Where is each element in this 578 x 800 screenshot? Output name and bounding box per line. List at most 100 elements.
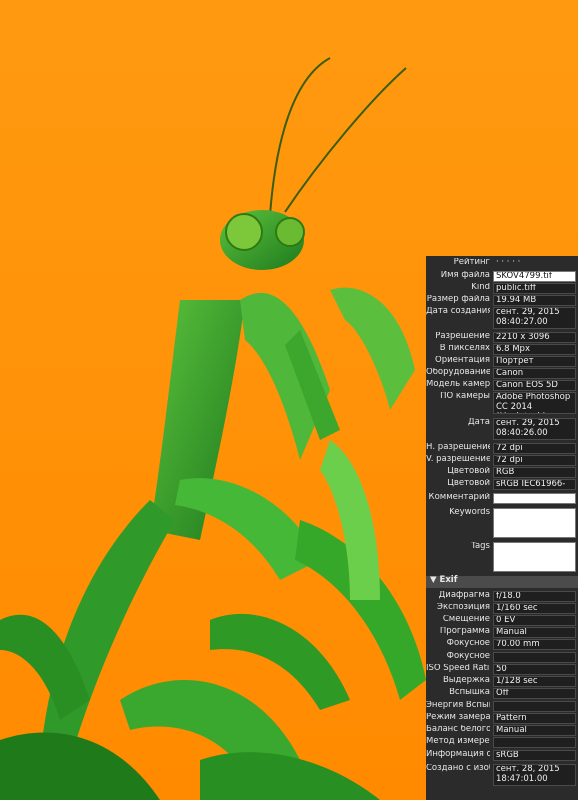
exif-field-value[interactable]: 70.00 mm: [493, 639, 576, 650]
metadata-field-row: Дата создания сент. 29, 2015 08:40:27.00: [426, 307, 578, 329]
exif-field-label: Программа: [439, 627, 490, 636]
metadata-field-row: Имя файла SKOV4799.tif: [426, 271, 578, 282]
metadata-field-row: ЦветовойsRGB IEC61966-2.1: [426, 479, 578, 490]
metadata-field-value[interactable]: Портрет: [493, 356, 576, 367]
metadata-field-row: В пикселях 6.8 Mpx: [426, 344, 578, 355]
exif-field-label: Информация о: [426, 750, 490, 759]
exif-field-label: Энергия Вспышки: [426, 701, 490, 710]
metadata-field-value[interactable]: sRGB IEC61966-2.1: [493, 479, 576, 490]
exif-field-row: Диафрагма f/18.0: [426, 591, 578, 602]
metadata-field-label: Разрешение: [435, 332, 490, 341]
metadata-field-value[interactable]: [493, 542, 576, 572]
exif-field-value[interactable]: f/18.0: [493, 591, 576, 602]
metadata-field-label: ПО камеры: [440, 392, 490, 401]
exif-field-value[interactable]: 0 EV: [493, 615, 576, 626]
exif-field-row: Метод измерения: [426, 737, 578, 748]
exif-field-row: Информация о sRGB: [426, 750, 578, 761]
exif-field-label: Режим замера: [426, 713, 490, 722]
exif-field-value[interactable]: Pattern: [493, 713, 576, 724]
exif-field-row: Энергия Вспышки: [426, 701, 578, 712]
metadata-field-value[interactable]: [493, 493, 576, 504]
exif-field-label: Вспышка: [449, 688, 490, 697]
metadata-field-row: Дата сент. 29, 2015 08:40:26.00: [426, 418, 578, 440]
rating-stars[interactable]: · · · · ·: [496, 257, 520, 268]
exif-field-row: Режим замера Pattern: [426, 713, 578, 724]
disclosure-triangle-icon: ▼: [430, 575, 437, 585]
metadata-field-label: Tags: [471, 542, 490, 551]
exif-field-label: Баланс белого: [426, 725, 490, 734]
exif-field-row: Фокусное 70.00 mm: [426, 639, 578, 650]
exif-field-label: ISO Speed Rating: [426, 664, 490, 673]
exif-field-row: ISO Speed Rating50: [426, 664, 578, 675]
exif-field-label: Смещение: [442, 615, 490, 624]
metadata-field-label: Kind: [471, 283, 490, 292]
exif-field-row: Смещение 0 EV: [426, 615, 578, 626]
exif-field-row: Выдержка 1/128 sec: [426, 676, 578, 687]
exif-field-label: Создано с изображения: [426, 764, 490, 773]
metadata-field-value[interactable]: Adobe Photoshop CC 2014 (Macintosh): [493, 392, 576, 414]
exif-field-label: Диафрагма: [438, 591, 490, 600]
metadata-field-value[interactable]: [493, 508, 576, 538]
exif-field-row: Экспозиция 1/160 sec: [426, 603, 578, 614]
metadata-field-value[interactable]: Canon: [493, 368, 576, 379]
metadata-field-row: Цветовой RGB: [426, 467, 578, 478]
metadata-field-value[interactable]: SKOV4799.tif: [493, 271, 576, 282]
metadata-field-label: Размер файла: [426, 295, 490, 304]
metadata-field-label: Цветовой: [447, 467, 490, 476]
metadata-field-label: Keywords: [449, 508, 490, 517]
exif-field-value[interactable]: sRGB: [493, 750, 576, 761]
exif-field-label: Выдержка: [442, 676, 490, 685]
exif-section-header[interactable]: ▼ Exif: [426, 575, 578, 588]
exif-field-value[interactable]: [493, 701, 576, 712]
exif-field-value[interactable]: Manual: [493, 725, 576, 736]
metadata-field-row: Разрешение2210 x 3096 pixels: [426, 332, 578, 343]
exif-field-value[interactable]: [493, 737, 576, 748]
metadata-field-label: V. разрешение: [426, 455, 490, 464]
exif-field-row: Баланс белого Manual: [426, 725, 578, 736]
metadata-field-row: Ориентация Портрет: [426, 356, 578, 367]
metadata-field-value[interactable]: Canon EOS 5D Mark: [493, 380, 576, 391]
metadata-field-label: Дата: [467, 418, 490, 427]
metadata-field-row: Модель камерыCanon EOS 5D Mark: [426, 380, 578, 391]
metadata-field-label: В пикселях: [439, 344, 490, 353]
exif-field-label: Фокусное: [446, 652, 490, 661]
metadata-field-value[interactable]: сент. 29, 2015 08:40:26.00: [493, 418, 576, 440]
metadata-field-row: Оборудование Canon: [426, 368, 578, 379]
metadata-field-label: Цветовой: [447, 479, 490, 488]
exif-field-value[interactable]: 50: [493, 664, 576, 675]
metadata-field-label: Комментарий: [428, 493, 490, 502]
metadata-panel: Рейтинг · · · · · Имя файла SKOV4799.tif K…: [426, 256, 578, 800]
metadata-field-value[interactable]: 19.94 MB: [493, 295, 576, 306]
exif-field-value[interactable]: 1/128 sec: [493, 676, 576, 687]
exif-field-row: Программа Manual: [426, 627, 578, 638]
exif-field-label: Экспозиция: [437, 603, 490, 612]
metadata-field-row: Н. разрешение 72 dpi: [426, 443, 578, 454]
metadata-field-row: Kind public.tiff: [426, 283, 578, 294]
metadata-field-value[interactable]: 72 dpi: [493, 443, 576, 454]
metadata-field-value[interactable]: 6.8 Mpx: [493, 344, 576, 355]
metadata-field-value[interactable]: сент. 29, 2015 08:40:27.00: [493, 307, 576, 329]
exif-field-label: Фокусное: [446, 639, 490, 648]
exif-field-row: Вспышка Off: [426, 688, 578, 699]
exif-field-value[interactable]: Manual: [493, 627, 576, 638]
metadata-field-value[interactable]: 72 dpi: [493, 455, 576, 466]
metadata-field-row: Tags: [426, 542, 578, 572]
exif-field-row: Создано с изображениясент. 28, 2015 18:4…: [426, 764, 578, 786]
metadata-field-label: Оборудование: [426, 368, 490, 377]
metadata-field-value[interactable]: 2210 x 3096 pixels: [493, 332, 576, 343]
metadata-field-row: V. разрешение 72 dpi: [426, 455, 578, 466]
metadata-field-value[interactable]: RGB: [493, 467, 576, 478]
metadata-field-row: Размер файла 19.94 MB: [426, 295, 578, 306]
rating-label: Рейтинг: [453, 258, 490, 267]
metadata-field-label: Имя файла: [440, 271, 490, 280]
metadata-field-row: Комментарий: [426, 493, 578, 504]
metadata-field-label: Ориентация: [435, 356, 490, 365]
exif-field-value[interactable]: [493, 652, 576, 663]
metadata-field-value[interactable]: public.tiff: [493, 283, 576, 294]
metadata-field-label: Модель камеры: [426, 380, 490, 389]
metadata-field-row: ПО камерыAdobe Photoshop CC 2014 (Macint…: [426, 392, 578, 414]
exif-field-value[interactable]: сент. 28, 2015 18:47:01.00: [493, 764, 576, 786]
exif-field-value[interactable]: Off: [493, 688, 576, 699]
exif-field-value[interactable]: 1/160 sec: [493, 603, 576, 614]
metadata-field-row: Keywords: [426, 508, 578, 538]
